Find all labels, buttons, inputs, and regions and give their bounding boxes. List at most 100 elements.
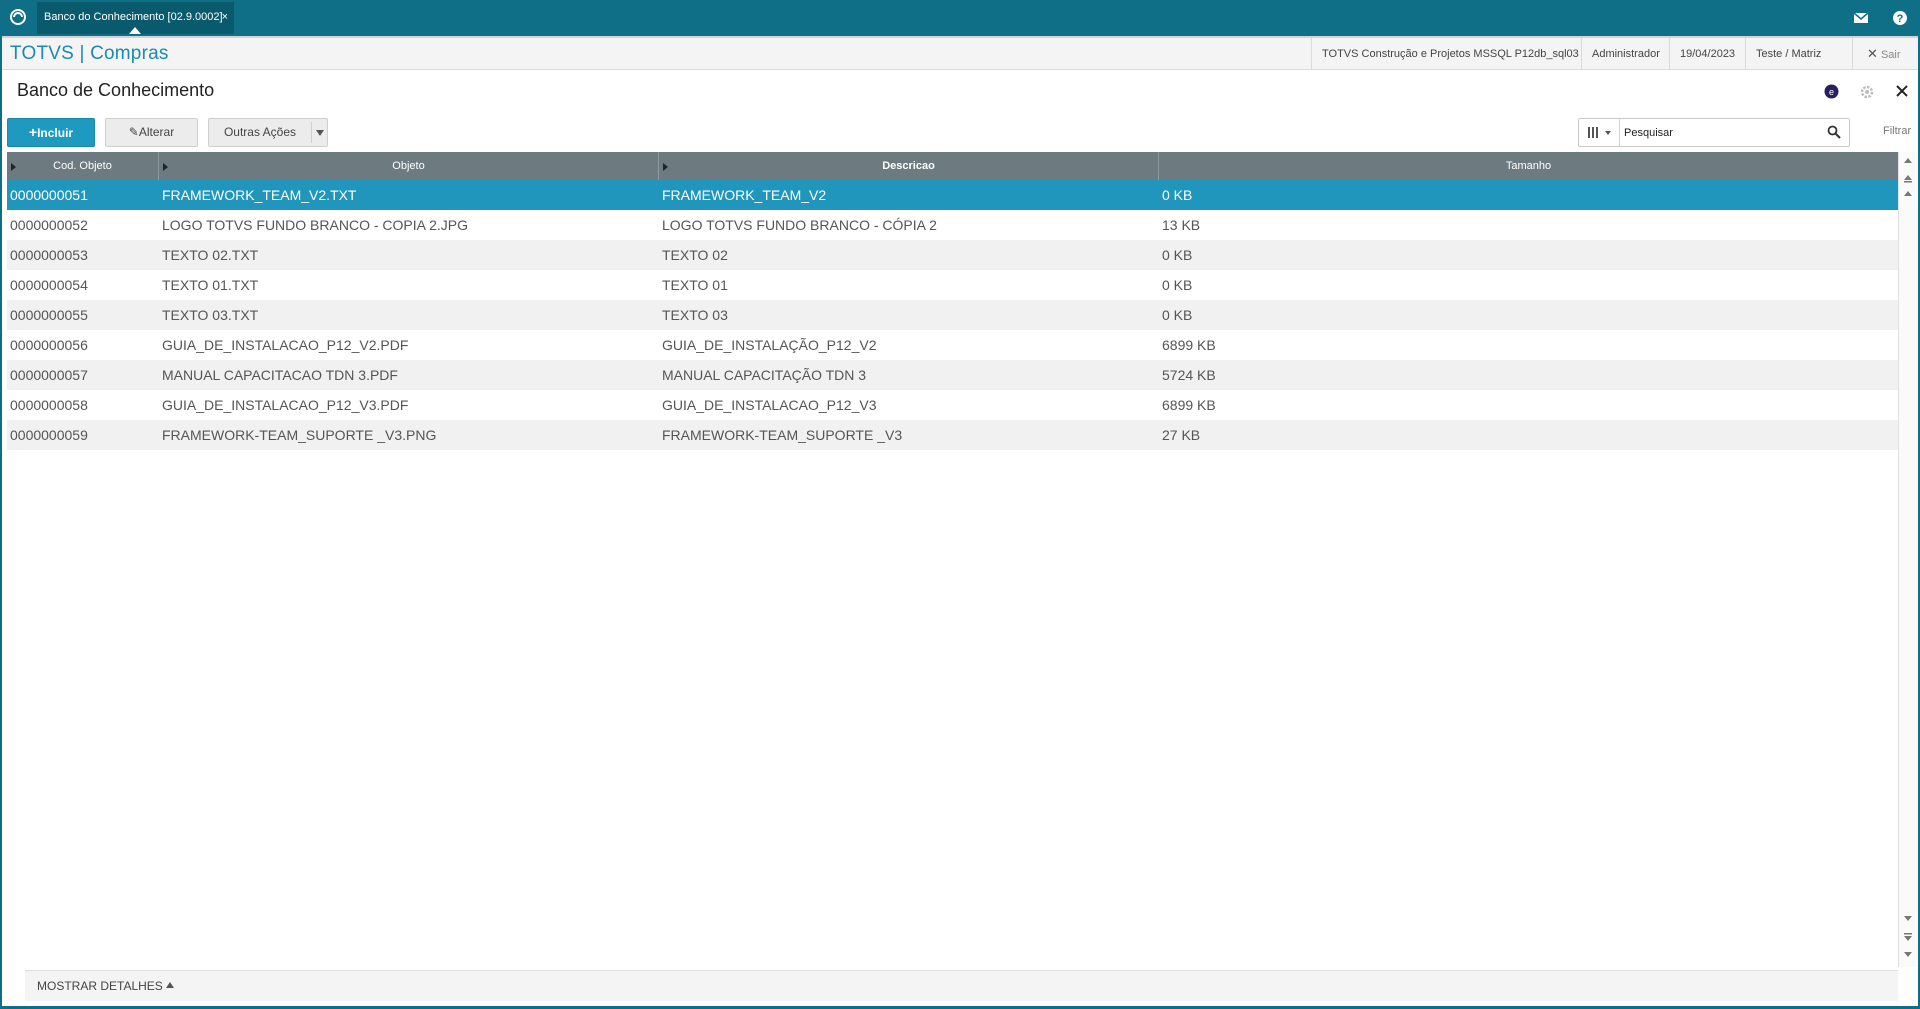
chevron-down-icon[interactable] xyxy=(316,130,324,136)
cell-cod: 0000000053 xyxy=(10,247,88,263)
pencil-icon: ✎ xyxy=(128,125,139,139)
cell-descricao: LOGO TOTVS FUNDO BRANCO - CÓPIA 2 xyxy=(662,217,937,233)
details-label: MOSTRAR DETALHES xyxy=(37,979,163,993)
cell-objeto: GUIA_DE_INSTALACAO_P12_V3.PDF xyxy=(162,397,409,413)
cell-objeto: MANUAL CAPACITACAO TDN 3.PDF xyxy=(162,367,398,383)
grid-header: Cod. Objeto Objeto Descricao Tamanho xyxy=(7,152,1898,180)
cell-descricao: FRAMEWORK_TEAM_V2 xyxy=(662,187,827,203)
table-row[interactable]: 0000000059 FRAMEWORK-TEAM_SUPORTE _V3.PN… xyxy=(7,420,1898,450)
cell-objeto: TEXTO 01.TXT xyxy=(162,277,259,293)
gear-icon[interactable] xyxy=(1859,84,1875,100)
cell-tamanho: 0 KB xyxy=(1162,187,1193,203)
search-box xyxy=(1578,118,1850,147)
cell-descricao: TEXTO 03 xyxy=(662,307,728,323)
outras-acoes-label: Outras Ações xyxy=(223,125,297,139)
sort-arrow-icon xyxy=(163,163,168,171)
table-row[interactable]: 0000000052 LOGO TOTVS FUNDO BRANCO - COP… xyxy=(7,210,1898,240)
cell-objeto: GUIA_DE_INSTALACAO_P12_V2.PDF xyxy=(162,337,409,353)
cell-cod: 0000000059 xyxy=(10,427,88,443)
column-header-label: Objeto xyxy=(392,160,425,172)
close-x-icon: ✕ xyxy=(1867,46,1878,61)
cell-cod: 0000000058 xyxy=(10,397,88,413)
svg-text:?: ? xyxy=(1897,13,1904,25)
scroll-up-icons[interactable] xyxy=(1899,154,1917,214)
table-row[interactable]: 0000000057 MANUAL CAPACITACAO TDN 3.PDF … xyxy=(7,360,1898,390)
column-header-descricao[interactable]: Descricao xyxy=(659,152,1159,180)
column-header-objeto[interactable]: Objeto xyxy=(159,152,659,180)
cell-descricao: TEXTO 02 xyxy=(662,247,728,263)
search-input[interactable] xyxy=(1624,123,1814,142)
cell-objeto: LOGO TOTVS FUNDO BRANCO - COPIA 2.JPG xyxy=(162,217,468,233)
cell-descricao: MANUAL CAPACITAÇÃO TDN 3 xyxy=(662,367,867,383)
cell-cod: 0000000055 xyxy=(10,307,88,323)
cell-objeto: TEXTO 02.TXT xyxy=(162,247,259,263)
cell-tamanho: 0 KB xyxy=(1162,307,1193,323)
info-badge-icon[interactable]: e xyxy=(1824,84,1839,99)
sort-arrow-icon xyxy=(11,163,16,171)
page-title: Banco de Conhecimento xyxy=(17,80,215,100)
outras-acoes-button[interactable]: Outras Ações xyxy=(208,118,328,147)
close-icon[interactable] xyxy=(1895,84,1909,98)
cell-objeto: FRAMEWORK_TEAM_V2.TXT xyxy=(162,187,357,203)
filter-link[interactable]: Filtrar xyxy=(1883,125,1911,137)
sort-arrow-icon xyxy=(663,163,668,171)
cell-descricao: GUIA_DE_INSTALACAO_P12_V3 xyxy=(662,397,877,413)
cell-tamanho: 0 KB xyxy=(1162,247,1193,263)
table-row[interactable]: 0000000053 TEXTO 02.TXT TEXTO 02 0 KB xyxy=(7,240,1898,270)
user-info[interactable]: Administrador xyxy=(1581,38,1670,70)
cell-descricao: GUIA_DE_INSTALAÇÃO_P12_V2 xyxy=(662,337,877,353)
chevron-up-icon xyxy=(166,982,174,988)
alterar-label: Alterar xyxy=(138,125,175,139)
company-info[interactable]: TOTVS Construção e Projetos MSSQL P12db_… xyxy=(1311,38,1589,70)
column-header-label: Tamanho xyxy=(1505,160,1552,172)
table-row[interactable]: 0000000058 GUIA_DE_INSTALACAO_P12_V3.PDF… xyxy=(7,390,1898,420)
cell-tamanho: 13 KB xyxy=(1162,217,1201,233)
cell-cod: 0000000052 xyxy=(10,217,88,233)
exit-label: Sair xyxy=(1880,49,1901,61)
cell-descricao: TEXTO 01 xyxy=(662,277,728,293)
branch-info[interactable]: Teste / Matriz xyxy=(1745,38,1831,70)
column-header-tamanho[interactable]: Tamanho xyxy=(1159,152,1898,180)
top-bar: Banco do Conhecimento [02.9.0002] × ? xyxy=(0,0,1920,36)
plus-icon: + xyxy=(28,124,38,140)
dropdown-separator xyxy=(311,122,312,143)
cell-descricao: FRAMEWORK-TEAM_SUPORTE _V3 xyxy=(662,427,903,443)
table-row[interactable]: 0000000054 TEXTO 01.TXT TEXTO 01 0 KB xyxy=(7,270,1898,300)
cell-objeto: TEXTO 03.TXT xyxy=(162,307,259,323)
incluir-button[interactable]: +Incluir xyxy=(7,118,95,147)
column-header-cod-objeto[interactable]: Cod. Objeto xyxy=(7,152,159,180)
cell-cod: 0000000056 xyxy=(10,337,88,353)
cell-tamanho: 0 KB xyxy=(1162,277,1193,293)
active-tab-indicator xyxy=(129,27,141,34)
details-toggle[interactable]: MOSTRAR DETALHES xyxy=(25,970,1898,1001)
column-header-label: Descricao xyxy=(882,160,935,172)
cell-tamanho: 6899 KB xyxy=(1162,337,1216,353)
cell-tamanho: 6899 KB xyxy=(1162,397,1216,413)
mail-icon[interactable] xyxy=(1852,9,1870,27)
app-logo-icon[interactable] xyxy=(9,8,27,26)
cell-objeto: FRAMEWORK-TEAM_SUPORTE _V3.PNG xyxy=(162,427,437,443)
scroll-down-icons[interactable] xyxy=(1899,904,1917,964)
column-selector[interactable] xyxy=(1579,119,1620,146)
cell-cod: 0000000054 xyxy=(10,277,88,293)
data-grid: Cod. Objeto Objeto Descricao Tamanho 000… xyxy=(7,152,1898,967)
table-row[interactable]: 0000000056 GUIA_DE_INSTALACAO_P12_V2.PDF… xyxy=(7,330,1898,360)
exit-button[interactable]: ✕ Sair xyxy=(1852,38,1918,70)
vertical-scrollbar[interactable] xyxy=(1898,152,1917,967)
help-icon[interactable]: ? xyxy=(1891,9,1909,27)
tab-label: Banco do Conhecimento [02.9.0002] xyxy=(44,11,223,23)
table-row[interactable]: 0000000055 TEXTO 03.TXT TEXTO 03 0 KB xyxy=(7,300,1898,330)
search-icon[interactable] xyxy=(1827,125,1841,139)
cell-cod: 0000000051 xyxy=(10,187,88,203)
app-header: TOTVS | Compras TOTVS Construção e Proje… xyxy=(2,36,1918,70)
app-brand: TOTVS | Compras xyxy=(10,43,169,64)
table-row[interactable]: 0000000051 FRAMEWORK_TEAM_V2.TXT FRAMEWO… xyxy=(7,180,1898,210)
alterar-button[interactable]: ✎Alterar xyxy=(105,118,198,147)
tab-close-icon[interactable]: × xyxy=(222,2,228,32)
date-info[interactable]: 19/04/2023 xyxy=(1669,38,1745,70)
cell-tamanho: 27 KB xyxy=(1162,427,1201,443)
svg-text:e: e xyxy=(1829,87,1834,97)
cell-cod: 0000000057 xyxy=(10,367,88,383)
columns-icon xyxy=(1588,127,1611,138)
column-header-label: Cod. Objeto xyxy=(53,160,112,172)
